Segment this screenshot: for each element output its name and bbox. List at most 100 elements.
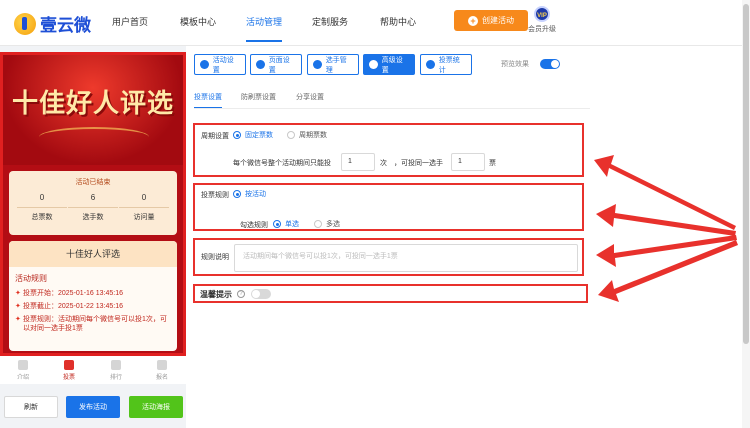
rules-heading: 活动规则 bbox=[15, 274, 47, 283]
tab-advanced-settings[interactable]: 高级设置 bbox=[363, 54, 415, 75]
subtab-share-settings[interactable]: 分享设置 bbox=[296, 92, 324, 102]
logo-icon bbox=[14, 12, 36, 35]
nav-item-home[interactable]: 用户首页 bbox=[112, 15, 148, 28]
vip-icon: VIP bbox=[534, 6, 550, 22]
nav-item-help-center[interactable]: 帮助中心 bbox=[380, 15, 416, 28]
vip-upgrade[interactable]: VIP 会员升级 bbox=[524, 6, 560, 34]
radio-dot bbox=[273, 220, 281, 228]
rule-text: 投票截止：2025-01-22 13:45:16 bbox=[23, 303, 123, 310]
vote-limit-unit: 次 bbox=[380, 160, 387, 167]
radio-label: 周期票数 bbox=[299, 132, 327, 139]
sliders-icon bbox=[369, 60, 378, 69]
banner-title: 十佳好人评选 bbox=[11, 89, 174, 119]
vertical-scrollbar[interactable] bbox=[742, 0, 750, 428]
top-navbar: 壹云微 用户首页 模板中心 活动管理 定制服务 帮助中心 + 创建活动 VIP … bbox=[0, 0, 750, 46]
tab-activity-settings[interactable]: 活动设置 bbox=[194, 54, 246, 75]
reminder-label: 温馨提示 bbox=[200, 290, 232, 299]
banner-decoration bbox=[39, 127, 149, 147]
nav-item-templates[interactable]: 模板中心 bbox=[180, 15, 216, 28]
question-icon[interactable]: ? bbox=[237, 290, 245, 298]
radio-multi-choice[interactable]: 多选 bbox=[314, 219, 340, 229]
preview-banner: 十佳好人评选 bbox=[3, 55, 183, 165]
cycle-settings-label: 周期设置 bbox=[201, 133, 229, 140]
sparkle-icon: ✦ bbox=[15, 316, 21, 323]
preview-toggle[interactable] bbox=[540, 59, 560, 69]
radio-label: 单选 bbox=[285, 221, 299, 228]
tab-intro[interactable]: 介绍 bbox=[8, 360, 38, 381]
vote-limit-text: 每个微信号整个活动期间只能投 bbox=[233, 160, 331, 167]
vote-limit-input[interactable]: 1 bbox=[341, 153, 375, 171]
check-rule-label: 勾选规则 bbox=[240, 222, 268, 229]
settings-panel: 活动设置 页面设置 选手管理 高级设置 投票统计 预览效果 投票设置 防刷票设置… bbox=[186, 46, 742, 428]
tab-label: 页面设置 bbox=[268, 56, 290, 74]
tab-label: 投票统计 bbox=[438, 56, 460, 74]
activity-status: 活动已结束 bbox=[75, 179, 111, 186]
rule-vote-rule: ✦ 投票规则：活动期间每个微信号可以投1次，可以对同一选手投1票 bbox=[9, 313, 177, 335]
page-icon bbox=[256, 60, 265, 69]
activity-poster-button[interactable]: 活动海报 bbox=[129, 396, 183, 418]
per-candidate-text: ，可投同一选手 bbox=[394, 160, 443, 167]
brand-logo[interactable]: 壹云微 bbox=[14, 11, 91, 36]
create-activity-button[interactable]: + 创建活动 bbox=[454, 10, 528, 31]
stats-card: 活动已结束 0 总票数 6 选手数 0 访问量 bbox=[9, 171, 177, 235]
person-icon bbox=[157, 360, 167, 370]
preview-tabbar: 介绍 投票 排行 报名 bbox=[0, 356, 186, 384]
nav-item-custom-service[interactable]: 定制服务 bbox=[312, 15, 348, 28]
rule-vote-end: ✦ 投票截止：2025-01-22 13:45:16 bbox=[9, 300, 177, 313]
sparkle-icon: ✦ bbox=[15, 290, 21, 297]
mobile-preview: 十佳好人评选 活动已结束 0 总票数 6 选手数 0 访问量 十佳好人评选 活动… bbox=[0, 52, 186, 356]
bar-chart-icon bbox=[426, 60, 435, 69]
scrollbar-thumb[interactable] bbox=[743, 4, 749, 344]
tab-signup[interactable]: 报名 bbox=[147, 360, 177, 381]
stat-value: 6 bbox=[90, 193, 96, 202]
radio-dot bbox=[233, 131, 241, 139]
create-activity-label: 创建活动 bbox=[482, 16, 514, 25]
subtab-divider bbox=[194, 108, 590, 109]
tab-label: 投票 bbox=[62, 375, 75, 381]
radio-label: 多选 bbox=[326, 221, 340, 228]
tab-page-settings[interactable]: 页面设置 bbox=[250, 54, 302, 75]
reminder-toggle[interactable] bbox=[251, 289, 271, 299]
stat-candidates: 6 选手数 bbox=[68, 193, 118, 222]
stat-label: 选手数 bbox=[68, 207, 118, 222]
stat-value: 0 bbox=[39, 193, 45, 202]
radio-single-choice[interactable]: 单选 bbox=[273, 219, 299, 229]
radio-label: 固定票数 bbox=[245, 132, 273, 139]
gear-icon bbox=[200, 60, 209, 69]
radio-label: 按活动 bbox=[245, 191, 266, 198]
refresh-button[interactable]: 刷新 bbox=[4, 396, 58, 418]
tab-candidate-management[interactable]: 选手管理 bbox=[307, 54, 359, 75]
brand-name: 壹云微 bbox=[40, 16, 91, 35]
tab-label: 活动设置 bbox=[212, 56, 234, 74]
tab-label: 高级设置 bbox=[381, 56, 403, 74]
radio-fixed-votes[interactable]: 固定票数 bbox=[233, 130, 273, 140]
tab-label: 排行 bbox=[109, 375, 122, 381]
per-candidate-unit: 票 bbox=[489, 160, 496, 167]
tab-ranking[interactable]: 排行 bbox=[101, 360, 131, 381]
tab-label: 介绍 bbox=[16, 375, 29, 381]
tab-vote[interactable]: 投票 bbox=[54, 360, 84, 381]
tab-vote-statistics[interactable]: 投票统计 bbox=[420, 54, 472, 75]
users-icon bbox=[313, 60, 322, 69]
rule-text: 投票开始：2025-01-16 13:45:16 bbox=[23, 290, 123, 297]
publish-activity-button[interactable]: 发布活动 bbox=[66, 396, 120, 418]
preview-toggle-label: 预览效果 bbox=[501, 61, 529, 68]
stat-label: 访问量 bbox=[119, 207, 169, 222]
rule-description-textarea[interactable]: 活动期间每个微信号可以投1次，可投同一选手1票 bbox=[234, 244, 578, 272]
rule-description-label: 规则说明 bbox=[201, 254, 229, 261]
preview-actions: 刷新 发布活动 活动海报 bbox=[0, 396, 186, 420]
radio-by-activity[interactable]: 按活动 bbox=[233, 189, 266, 199]
nav-item-activity-management[interactable]: 活动管理 bbox=[246, 15, 283, 42]
per-candidate-input[interactable]: 1 bbox=[451, 153, 485, 171]
subtab-vote-settings[interactable]: 投票设置 bbox=[194, 92, 222, 109]
subtab-anti-fraud[interactable]: 防刷票设置 bbox=[241, 92, 276, 102]
stat-label: 总票数 bbox=[17, 207, 67, 222]
radio-dot bbox=[314, 220, 322, 228]
document-icon bbox=[18, 360, 28, 370]
rules-card: 十佳好人评选 活动规则 ✦ 投票开始：2025-01-16 13:45:16 ✦… bbox=[9, 241, 177, 351]
radio-dot bbox=[287, 131, 295, 139]
stat-total-votes: 0 总票数 bbox=[17, 193, 67, 222]
rules-card-title: 十佳好人评选 bbox=[9, 241, 177, 267]
radio-periodic-votes[interactable]: 周期票数 bbox=[287, 130, 327, 140]
sparkle-icon: ✦ bbox=[15, 303, 21, 310]
